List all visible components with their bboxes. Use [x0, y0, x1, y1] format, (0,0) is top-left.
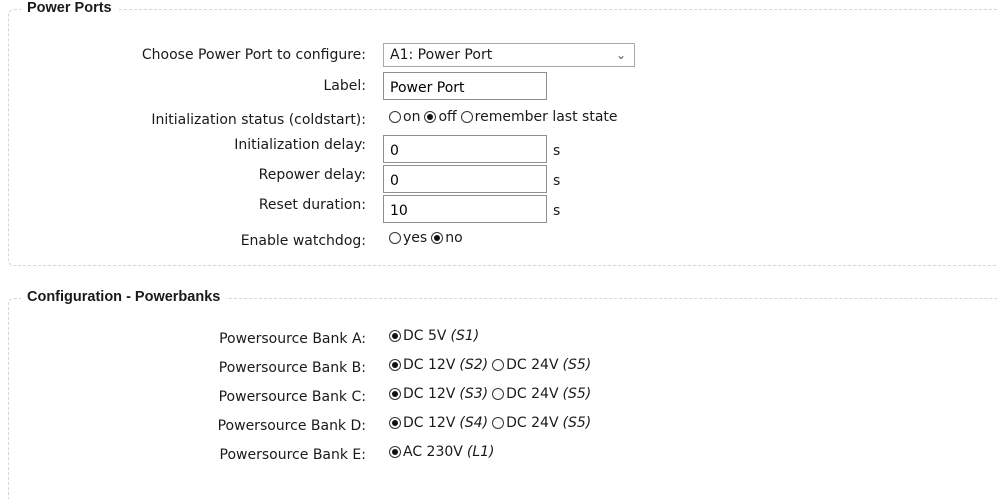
row-init-status: Initialization status (coldstart): on of…: [9, 109, 997, 136]
power-port-select-value: A1: Power Port: [390, 47, 493, 63]
bank-b-row: Powersource Bank B: DC 12V (S2) DC 24V (…: [9, 357, 997, 384]
init-status-off-radio[interactable]: off: [424, 109, 457, 125]
bank-d-option2-radio[interactable]: DC 24V (S5): [492, 415, 591, 431]
init-delay-label: Initialization delay:: [234, 137, 366, 153]
chevron-down-icon: ⌄: [615, 48, 626, 62]
bank-b-label: Powersource Bank B:: [218, 360, 366, 376]
reset-duration-input[interactable]: [383, 195, 547, 223]
bank-d-row: Powersource Bank D: DC 12V (S4) DC 24V (…: [9, 415, 997, 442]
bank-d-option2-code: (S5): [562, 415, 592, 431]
init-status-remember-label: remember last state: [474, 109, 618, 125]
bank-c-radio-group: DC 12V (S3) DC 24V (S5): [389, 386, 595, 402]
radio-button-icon: [389, 446, 401, 458]
row-repower-delay: Repower delay: s: [9, 165, 997, 193]
radio-button-icon: [492, 417, 505, 429]
powerbanks-legend: Configuration - Powerbanks: [21, 289, 227, 305]
watchdog-label: Enable watchdog:: [240, 233, 366, 249]
watchdog-yes-label: yes: [403, 230, 428, 246]
radio-button-icon: [389, 359, 401, 371]
power-port-select[interactable]: A1: Power Port ⌄: [383, 43, 635, 67]
bank-c-option2-label: DC 24V: [506, 386, 559, 402]
bank-b-option2-radio[interactable]: DC 24V (S5): [492, 357, 591, 373]
power-ports-legend: Power Ports: [21, 0, 118, 16]
init-delay-input[interactable]: [383, 135, 547, 163]
row-choose-port: Choose Power Port to configure: A1: Powe…: [9, 43, 997, 71]
bank-b-option1-label: DC 12V: [403, 357, 456, 373]
repower-delay-unit: s: [553, 173, 561, 189]
bank-b-option2-code: (S5): [562, 357, 592, 373]
bank-b-option2-label: DC 24V: [506, 357, 559, 373]
init-status-on-label: on: [403, 109, 421, 125]
init-status-label: Initialization status (coldstart):: [151, 112, 366, 128]
radio-button-icon: [492, 359, 505, 371]
reset-duration-label: Reset duration:: [258, 197, 366, 213]
row-label: Label:: [9, 72, 997, 102]
bank-d-label: Powersource Bank D:: [217, 418, 366, 434]
watchdog-no-radio[interactable]: no: [431, 230, 463, 246]
bank-c-option1-label: DC 12V: [403, 386, 456, 402]
row-reset-duration: Reset duration: s: [9, 195, 997, 223]
bank-b-option1-radio[interactable]: DC 12V (S2): [389, 357, 488, 373]
row-watchdog: Enable watchdog: yes no: [9, 230, 997, 257]
watchdog-yes-radio[interactable]: yes: [389, 230, 427, 246]
bank-a-label: Powersource Bank A:: [219, 331, 366, 347]
bank-a-option1-radio[interactable]: DC 5V (S1): [389, 328, 479, 344]
radio-button-icon: [389, 388, 401, 400]
radio-button-icon: [431, 232, 444, 244]
bank-e-option1-label: AC 230V: [403, 444, 463, 460]
radio-button-icon: [424, 111, 437, 123]
bank-a-radio-group: DC 5V (S1): [389, 328, 483, 344]
bank-c-label: Powersource Bank C:: [218, 389, 366, 405]
bank-c-option1-radio[interactable]: DC 12V (S3): [389, 386, 488, 402]
powerbanks-group: Configuration - Powerbanks Powersource B…: [8, 289, 997, 499]
bank-a-option1-label: DC 5V: [403, 328, 447, 344]
init-status-off-label: off: [438, 109, 457, 125]
bank-c-row: Powersource Bank C: DC 12V (S3) DC 24V (…: [9, 386, 997, 413]
radio-button-icon: [389, 417, 401, 429]
bank-a-option1-code: (S1): [450, 328, 480, 344]
init-status-on-radio[interactable]: on: [389, 109, 420, 125]
init-status-radio-group: on off remember last state: [389, 109, 622, 125]
bank-d-option2-label: DC 24V: [506, 415, 559, 431]
init-delay-unit: s: [553, 143, 561, 159]
repower-delay-input[interactable]: [383, 165, 547, 193]
bank-e-option1-radio[interactable]: AC 230V (L1): [389, 444, 495, 460]
repower-delay-label: Repower delay:: [258, 167, 366, 183]
radio-button-icon: [389, 330, 401, 342]
radio-button-icon: [460, 111, 473, 123]
bank-e-label: Powersource Bank E:: [219, 447, 366, 463]
power-ports-group: Power Ports Choose Power Port to configu…: [8, 0, 997, 266]
bank-b-radio-group: DC 12V (S2) DC 24V (S5): [389, 357, 595, 373]
bank-d-option1-radio[interactable]: DC 12V (S4): [389, 415, 488, 431]
bank-e-option1-code: (L1): [466, 444, 495, 460]
radio-button-icon: [389, 111, 401, 123]
label-input[interactable]: [383, 72, 547, 100]
radio-button-icon: [389, 232, 401, 244]
label-field-label: Label:: [323, 78, 367, 94]
watchdog-radio-group: yes no: [389, 230, 467, 246]
radio-button-icon: [492, 388, 505, 400]
bank-e-row: Powersource Bank E: AC 230V (L1): [9, 444, 997, 471]
reset-duration-unit: s: [553, 203, 561, 219]
bank-c-option1-code: (S3): [459, 386, 489, 402]
bank-d-option1-code: (S4): [459, 415, 489, 431]
choose-port-label: Choose Power Port to configure:: [141, 47, 366, 63]
bank-b-option1-code: (S2): [459, 357, 489, 373]
init-status-remember-radio[interactable]: remember last state: [460, 109, 618, 125]
watchdog-no-label: no: [445, 230, 463, 246]
bank-c-option2-radio[interactable]: DC 24V (S5): [492, 386, 591, 402]
bank-d-option1-label: DC 12V: [403, 415, 456, 431]
bank-c-option2-code: (S5): [562, 386, 592, 402]
bank-d-radio-group: DC 12V (S4) DC 24V (S5): [389, 415, 595, 431]
bank-a-row: Powersource Bank A: DC 5V (S1): [9, 328, 997, 355]
bank-e-radio-group: AC 230V (L1): [389, 444, 499, 460]
row-init-delay: Initialization delay: s: [9, 135, 997, 163]
